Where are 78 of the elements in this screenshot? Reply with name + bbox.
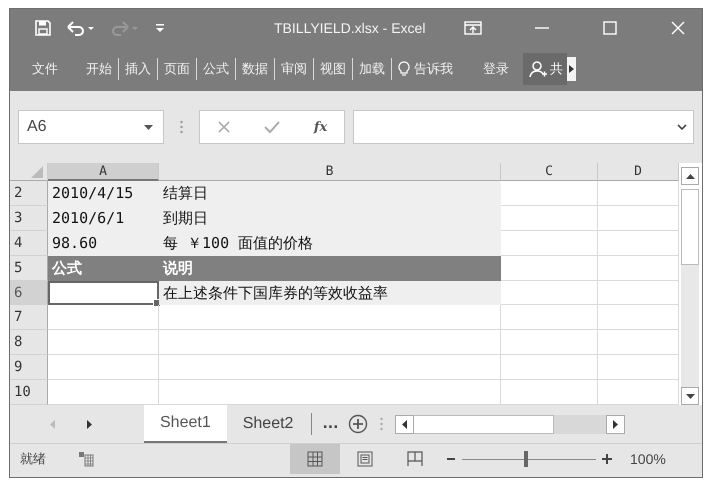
- ribbon-tab[interactable]: 数据: [236, 60, 274, 78]
- person-icon: [529, 60, 547, 78]
- caret-left-icon: [402, 420, 408, 428]
- drag-handle-icon[interactable]: [380, 417, 384, 431]
- column-header[interactable]: D: [598, 163, 679, 181]
- ribbon-tab[interactable]: 视图: [314, 60, 352, 78]
- dropdown-caret-icon: [144, 124, 153, 130]
- redo-icon: [110, 19, 140, 37]
- column-header[interactable]: A: [48, 163, 159, 181]
- zoom-in-icon[interactable]: [602, 454, 612, 464]
- maximize-icon[interactable]: [602, 20, 618, 36]
- caret-right-icon[interactable]: [87, 420, 92, 428]
- table-cell: 结算日: [159, 181, 501, 206]
- row-header[interactable]: 4: [10, 230, 48, 256]
- ribbon-tab[interactable]: 插入: [119, 60, 157, 78]
- scroll-thumb[interactable]: [414, 414, 554, 434]
- table-cell: 到期日: [159, 206, 501, 231]
- table-cell: 98.60: [48, 230, 159, 256]
- status-text: 就绪: [19, 451, 47, 468]
- scroll-left-button[interactable]: [395, 414, 414, 434]
- share-button[interactable]: 共: [523, 53, 567, 85]
- caret-right-icon: [613, 420, 618, 428]
- window-title: TBILLYIELD.xlsx - Excel: [274, 20, 426, 36]
- sheet-tab[interactable]: Sheet1: [144, 405, 227, 443]
- table-cell: 2010/4/15: [48, 181, 159, 206]
- caret-right-icon: [569, 65, 574, 73]
- row-header[interactable]: 9: [10, 355, 48, 380]
- close-icon[interactable]: [670, 20, 686, 36]
- ribbon-tab[interactable]: 开始: [80, 60, 118, 78]
- ribbon-tab[interactable]: 加载: [353, 60, 391, 78]
- table-cell: 每 ￥100 面值的价格: [159, 230, 501, 256]
- save-icon[interactable]: [34, 19, 52, 37]
- sign-in-button[interactable]: 登录: [477, 60, 515, 78]
- column-header[interactable]: C: [501, 163, 598, 181]
- ribbon-display-icon[interactable]: [464, 20, 482, 36]
- zoom-level-text[interactable]: 100%: [630, 451, 666, 467]
- table-cell: 2010/6/1: [48, 206, 159, 231]
- ribbon-tab[interactable]: 审阅: [275, 60, 313, 78]
- row-header[interactable]: 5: [10, 256, 48, 281]
- table-cell: 在上述条件下国库券的等效收益率: [159, 280, 501, 306]
- scroll-right-button[interactable]: [567, 57, 576, 81]
- column-header[interactable]: B: [159, 163, 501, 181]
- slider-thumb[interactable]: [524, 451, 528, 467]
- row-header[interactable]: 2: [10, 181, 48, 206]
- sheet-tab[interactable]: Sheet2: [226, 405, 310, 443]
- scroll-right-button[interactable]: [606, 414, 626, 434]
- more-sheets-button[interactable]: ...: [322, 416, 338, 432]
- tell-me-button[interactable]: 告诉我: [392, 60, 459, 78]
- cancel-icon[interactable]: [216, 120, 231, 134]
- row-header[interactable]: 6: [10, 280, 48, 306]
- lightbulb-icon: [398, 61, 410, 77]
- insert-function-button[interactable]: fx: [314, 120, 328, 134]
- drag-handle-icon[interactable]: [180, 120, 183, 134]
- name-box[interactable]: A6: [18, 110, 164, 144]
- scroll-up-button[interactable]: [681, 167, 699, 185]
- undo-icon[interactable]: [66, 19, 96, 37]
- scroll-down-button[interactable]: [681, 387, 699, 405]
- page-view-icon: [356, 450, 374, 468]
- expand-caret-icon: [677, 124, 687, 130]
- table-cell: 公式: [48, 256, 159, 281]
- formula-field[interactable]: [353, 110, 694, 144]
- caret-up-icon: [686, 174, 694, 178]
- macro-record-icon[interactable]: [78, 451, 94, 467]
- row-header[interactable]: 8: [10, 330, 48, 356]
- table-cell: 说明: [159, 256, 501, 281]
- ribbon-tab[interactable]: 公式: [197, 60, 235, 78]
- row-header[interactable]: 7: [10, 305, 48, 330]
- add-sheet-icon[interactable]: [348, 414, 368, 434]
- row-header[interactable]: 10: [10, 380, 48, 406]
- grid-view-icon: [306, 450, 324, 468]
- ribbon-tab[interactable]: 页面: [158, 60, 196, 78]
- ribbon-tab[interactable]: 文件: [26, 60, 80, 78]
- view-button[interactable]: [290, 444, 340, 474]
- row-header[interactable]: 3: [10, 206, 48, 231]
- page-break-view-icon: [406, 450, 424, 468]
- scroll-thumb[interactable]: [681, 189, 699, 265]
- check-icon[interactable]: [264, 120, 280, 134]
- caret-down-icon: [686, 394, 694, 398]
